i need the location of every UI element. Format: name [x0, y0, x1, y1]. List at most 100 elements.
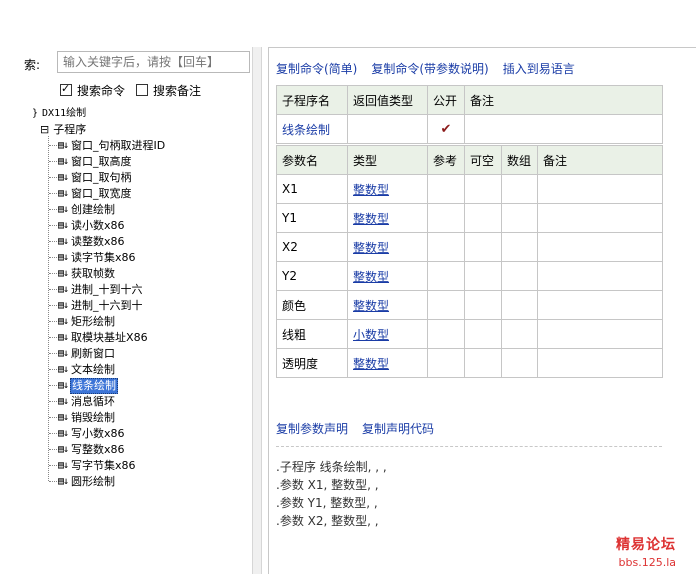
param-reference-cell[interactable]	[427, 174, 465, 204]
param-name-cell[interactable]: X1	[276, 174, 348, 204]
param-nullable-cell[interactable]	[464, 348, 502, 378]
tree-branch-line	[49, 161, 57, 162]
watermark-url: bbs.125.la	[618, 556, 676, 569]
param-type-cell[interactable]: 整数型	[347, 203, 428, 233]
param-type-cell[interactable]: 整数型	[347, 261, 428, 291]
param-row[interactable]: 颜色 整数型	[276, 290, 663, 320]
insert-to-eyuyan-link[interactable]: 插入到易语言	[503, 60, 575, 77]
param-note-cell[interactable]	[537, 261, 663, 291]
copy-command-simple-link[interactable]: 复制命令(简单)	[276, 60, 357, 77]
header-param-note: 备注	[537, 145, 663, 175]
tree-group-subroutines[interactable]: ⊟ 子程序	[40, 122, 87, 137]
param-reference-cell[interactable]	[427, 203, 465, 233]
return-type-cell[interactable]	[347, 114, 428, 144]
param-name-cell[interactable]: Y2	[276, 261, 348, 291]
param-nullable-cell[interactable]	[464, 319, 502, 349]
param-array-cell[interactable]	[501, 203, 538, 233]
checkbox-checked-icon[interactable]	[60, 82, 72, 96]
search-command-checkbox[interactable]: 搜索命令	[60, 82, 125, 98]
param-type-cell[interactable]: 整数型	[347, 348, 428, 378]
param-note-cell[interactable]	[537, 232, 663, 262]
param-name-cell[interactable]: 透明度	[276, 348, 348, 378]
tree-item[interactable]: ▤↓ 线条绘制	[58, 377, 119, 394]
param-array-cell[interactable]	[501, 232, 538, 262]
tree-item[interactable]: ▤↓ 窗口_取句柄	[58, 170, 133, 185]
tree-item[interactable]: ▤↓ 写字节集x86	[58, 458, 137, 473]
param-note-cell[interactable]	[537, 290, 663, 320]
param-nullable-cell[interactable]	[464, 290, 502, 320]
tree-item[interactable]: ▤↓ 刷新窗口	[58, 346, 116, 361]
param-note-cell[interactable]	[537, 203, 663, 233]
copy-param-declaration-link[interactable]: 复制参数声明	[276, 420, 348, 437]
tree-item[interactable]: ▤↓ 获取帧数	[58, 266, 116, 281]
subroutine-icon: ▤↓	[58, 332, 69, 343]
param-nullable-cell[interactable]	[464, 261, 502, 291]
param-reference-cell[interactable]	[427, 348, 465, 378]
declaration-line: .参数 X2, 整数型, ,	[276, 514, 379, 528]
panel-splitter[interactable]	[252, 47, 262, 574]
param-array-cell[interactable]	[501, 174, 538, 204]
param-type-cell[interactable]: 整数型	[347, 174, 428, 204]
param-reference-cell[interactable]	[427, 261, 465, 291]
tree-item[interactable]: ▤↓ 进制_十六到十	[58, 298, 144, 313]
tree-item[interactable]: ▤↓ 进制_十到十六	[58, 282, 144, 297]
tree-item[interactable]: ▤↓ 写整数x86	[58, 442, 126, 457]
tree-item-label: 消息循环	[71, 394, 116, 408]
param-type-cell[interactable]: 小数型	[347, 319, 428, 349]
tree-item-label: 线条绘制	[70, 377, 119, 394]
tree-item[interactable]: ▤↓ 读字节集x86	[58, 250, 137, 265]
subroutine-icon: ▤↓	[58, 300, 69, 311]
param-nullable-cell[interactable]	[464, 232, 502, 262]
param-name-cell[interactable]: 线粗	[276, 319, 348, 349]
top-links: 复制命令(简单) 复制命令(带参数说明) 插入到易语言	[276, 60, 575, 77]
param-array-cell[interactable]	[501, 319, 538, 349]
note-cell[interactable]	[464, 114, 663, 144]
param-reference-cell[interactable]	[427, 290, 465, 320]
param-name-cell[interactable]: X2	[276, 232, 348, 262]
header-param-nullable: 可空	[464, 145, 502, 175]
copy-declaration-code-link[interactable]: 复制声明代码	[362, 420, 434, 437]
param-row[interactable]: Y2 整数型	[276, 261, 663, 291]
param-array-cell[interactable]	[501, 348, 538, 378]
tree-item-label: 读小数x86	[71, 218, 125, 232]
param-reference-cell[interactable]	[427, 319, 465, 349]
param-note-cell[interactable]	[537, 174, 663, 204]
tree-item[interactable]: ▤↓ 读整数x86	[58, 234, 126, 249]
copy-command-with-params-link[interactable]: 复制命令(带参数说明)	[371, 60, 488, 77]
search-input[interactable]	[57, 51, 250, 73]
tree-item-label: 进制_十到十六	[71, 282, 143, 296]
tree-item[interactable]: ▤↓ 写小数x86	[58, 426, 126, 441]
subroutine-name-cell[interactable]: 线条绘制	[276, 114, 348, 144]
param-row[interactable]: Y1 整数型	[276, 203, 663, 233]
tree-item[interactable]: ▤↓ 窗口_取宽度	[58, 186, 133, 201]
tree-branch-line	[49, 385, 57, 386]
param-row[interactable]: X1 整数型	[276, 174, 663, 204]
search-note-checkbox[interactable]: 搜索备注	[136, 82, 201, 98]
checkbox-unchecked-icon[interactable]	[136, 84, 148, 96]
param-array-cell[interactable]	[501, 261, 538, 291]
tree-item[interactable]: ▤↓ 消息循环	[58, 394, 116, 409]
tree-item[interactable]: ▤↓ 销毁绘制	[58, 410, 116, 425]
param-name-cell[interactable]: 颜色	[276, 290, 348, 320]
param-type-cell[interactable]: 整数型	[347, 232, 428, 262]
param-note-cell[interactable]	[537, 319, 663, 349]
param-name-cell[interactable]: Y1	[276, 203, 348, 233]
param-row[interactable]: 透明度 整数型	[276, 348, 663, 378]
tree-item[interactable]: ▤↓ 取模块基址X86	[58, 330, 149, 345]
param-nullable-cell[interactable]	[464, 203, 502, 233]
tree-item[interactable]: ▤↓ 创建绘制	[58, 202, 116, 217]
param-reference-cell[interactable]	[427, 232, 465, 262]
tree-item[interactable]: ▤↓ 窗口_句柄取进程ID	[58, 138, 166, 153]
tree-item[interactable]: ▤↓ 文本绘制	[58, 362, 116, 377]
tree-item[interactable]: ▤↓ 圆形绘制	[58, 474, 116, 489]
param-array-cell[interactable]	[501, 290, 538, 320]
param-row[interactable]: X2 整数型	[276, 232, 663, 262]
tree-item[interactable]: ▤↓ 矩形绘制	[58, 314, 116, 329]
param-nullable-cell[interactable]	[464, 174, 502, 204]
param-note-cell[interactable]	[537, 348, 663, 378]
tree-item[interactable]: ▤↓ 读小数x86	[58, 218, 126, 233]
tree-root[interactable]: } DX11绘制	[32, 106, 87, 121]
tree-item[interactable]: ▤↓ 窗口_取高度	[58, 154, 133, 169]
param-type-cell[interactable]: 整数型	[347, 290, 428, 320]
param-row[interactable]: 线粗 小数型	[276, 319, 663, 349]
